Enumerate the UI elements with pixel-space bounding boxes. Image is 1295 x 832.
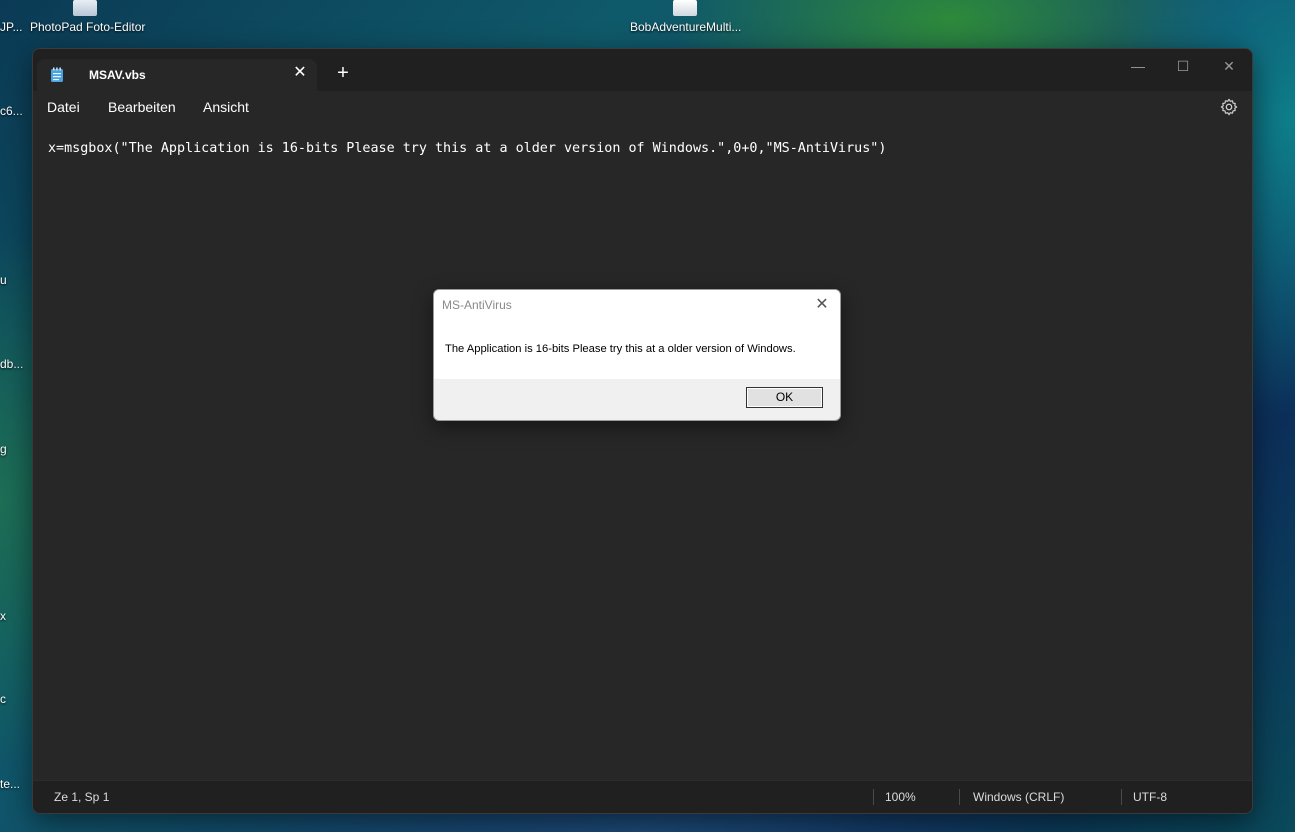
msgbox-body: The Application is 16-bits Please try th… bbox=[434, 320, 840, 379]
cursor-position: Ze 1, Sp 1 bbox=[54, 790, 110, 804]
edge-label[interactable]: u bbox=[0, 273, 7, 287]
edge-label[interactable]: c6... bbox=[0, 104, 23, 118]
line-ending[interactable]: Windows (CRLF) bbox=[973, 790, 1064, 804]
msgbox-close-icon[interactable]: ✕ bbox=[810, 293, 834, 317]
title-bar[interactable]: MSAV.vbs ✕ + — ☐ ✕ bbox=[33, 49, 1252, 91]
notepad-icon bbox=[51, 67, 63, 82]
photopad-desktop-label[interactable]: PhotoPad Foto-Editor bbox=[30, 20, 145, 34]
encoding[interactable]: UTF-8 bbox=[1133, 790, 1167, 804]
status-divider bbox=[959, 789, 960, 805]
edge-label[interactable]: g bbox=[0, 442, 7, 456]
edge-label[interactable]: te... bbox=[0, 777, 20, 791]
msgbox-dialog: MS-AntiVirus ✕ The Application is 16-bit… bbox=[433, 289, 841, 421]
settings-gear-icon[interactable] bbox=[1220, 98, 1238, 116]
msgbox-message: The Application is 16-bits Please try th… bbox=[445, 343, 796, 355]
edge-label[interactable]: x bbox=[0, 609, 6, 623]
edge-label[interactable]: JP... bbox=[0, 20, 22, 34]
status-bar: Ze 1, Sp 1 100% Windows (CRLF) UTF-8 bbox=[33, 780, 1252, 813]
msgbox-title-bar[interactable]: MS-AntiVirus ✕ bbox=[434, 290, 840, 320]
tab-title: MSAV.vbs bbox=[89, 68, 146, 82]
edge-label[interactable]: c bbox=[0, 692, 6, 706]
edge-label[interactable]: db... bbox=[0, 357, 23, 371]
status-divider bbox=[873, 789, 874, 805]
menu-bar: Datei Bearbeiten Ansicht bbox=[33, 91, 1252, 123]
menu-file[interactable]: Datei bbox=[47, 99, 80, 115]
new-tab-button[interactable]: + bbox=[332, 62, 354, 84]
close-button[interactable]: ✕ bbox=[1206, 53, 1252, 79]
zoom-level[interactable]: 100% bbox=[885, 790, 916, 804]
msgbox-title: MS-AntiVirus bbox=[442, 298, 512, 312]
text-editor[interactable]: x=msgbox("The Application is 16-bits Ple… bbox=[33, 123, 1252, 781]
ok-button[interactable]: OK bbox=[746, 387, 823, 408]
notepad-window: MSAV.vbs ✕ + — ☐ ✕ Datei Bearbeiten Ansi… bbox=[32, 48, 1253, 814]
tab-close-icon[interactable]: ✕ bbox=[289, 62, 311, 84]
menu-edit[interactable]: Bearbeiten bbox=[108, 99, 176, 115]
maximize-button[interactable]: ☐ bbox=[1160, 53, 1206, 79]
status-divider bbox=[1121, 789, 1122, 805]
menu-view[interactable]: Ansicht bbox=[203, 99, 249, 115]
editor-content[interactable]: x=msgbox("The Application is 16-bits Ple… bbox=[48, 141, 886, 156]
minimize-button[interactable]: — bbox=[1115, 53, 1161, 79]
bobadventure-desktop-icon[interactable] bbox=[673, 0, 697, 16]
bobadventure-desktop-label[interactable]: BobAdventureMulti... bbox=[630, 20, 741, 34]
tab-msav[interactable]: MSAV.vbs ✕ bbox=[37, 59, 317, 91]
photopad-desktop-icon[interactable] bbox=[73, 0, 97, 16]
